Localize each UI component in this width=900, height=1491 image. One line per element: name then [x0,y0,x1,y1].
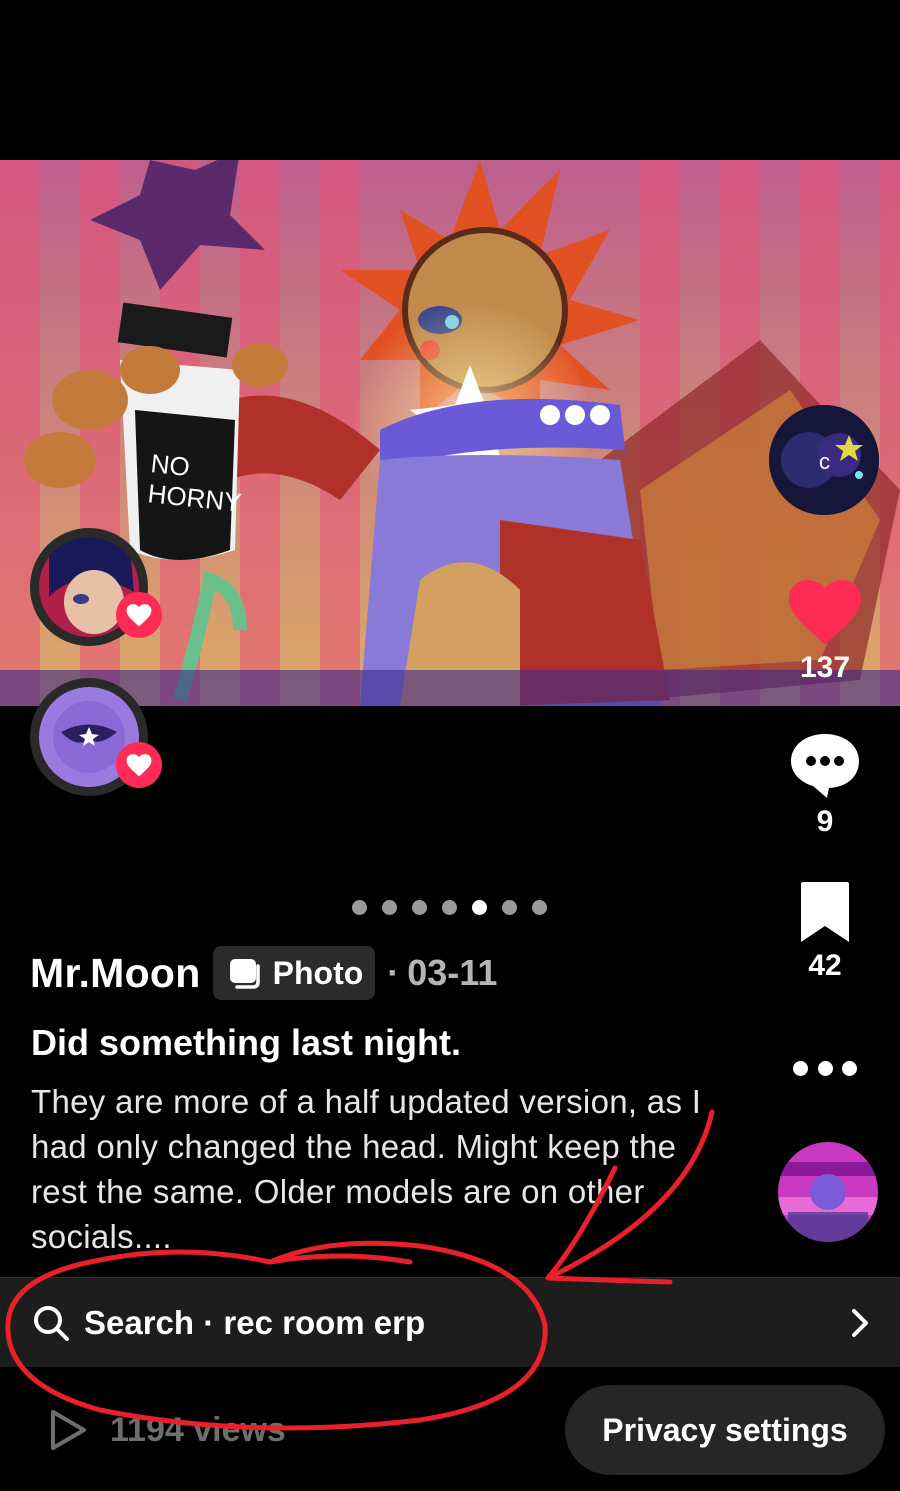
like-count: 137 [799,651,851,684]
save-count: 42 [808,949,842,982]
date-separator: · [387,952,400,993]
bottle-sign-line1: NO [149,448,191,482]
liked-badge [116,742,162,788]
post-title: Did something last night. [31,1022,461,1063]
related-search-bar[interactable]: Search · rec room erp [0,1277,900,1367]
comment-count: 9 [816,805,834,838]
page-dot[interactable] [532,900,547,915]
music-disc-art [778,1142,878,1242]
bookmark-icon [801,882,849,942]
heart-icon [126,603,152,626]
page-dot[interactable] [382,900,397,915]
comment-button[interactable]: 9 [765,730,885,839]
like-button[interactable]: 137 [765,580,885,685]
play-icon [51,1410,86,1450]
page-dot[interactable] [502,900,517,915]
photo-badge: Photo [212,946,376,1000]
liker-avatar[interactable] [30,678,162,796]
view-count: 1194 views [48,1408,286,1452]
liker-avatar[interactable] [30,528,162,646]
privacy-settings-button[interactable]: Privacy settings [565,1385,885,1475]
carousel-pagination [352,900,547,915]
related-search-text: Search · rec room erp [84,1303,426,1341]
music-disc[interactable] [778,1142,878,1242]
chevron-right-icon [852,1309,868,1337]
photo-stack-icon [229,959,260,989]
date-value: 03-11 [407,952,498,993]
post-date: · 03-11 [387,952,497,994]
author-name[interactable]: Mr.Moon [30,950,201,997]
search-icon [34,1305,69,1341]
more-dots-icon[interactable] [793,1056,857,1080]
creator-avatar-art: c [769,405,879,515]
photo-badge-label: Photo [272,954,364,991]
post-caption[interactable]: They are more of a half updated version,… [31,1079,731,1249]
save-button[interactable]: 42 [765,880,885,983]
svg-text:c: c [819,449,830,474]
liked-badge [116,592,162,638]
comment-bubble-icon [791,734,859,798]
heart-icon [126,753,152,776]
page-dot[interactable] [352,900,367,915]
view-count-text: 1194 views [110,1410,286,1449]
post-meta: Mr.Moon Photo · 03-11 [30,945,497,1001]
page-dot-active[interactable] [472,900,487,915]
page-dot[interactable] [412,900,427,915]
page-dot[interactable] [442,900,457,915]
heart-icon [788,580,862,645]
creator-avatar[interactable]: c [769,405,879,515]
